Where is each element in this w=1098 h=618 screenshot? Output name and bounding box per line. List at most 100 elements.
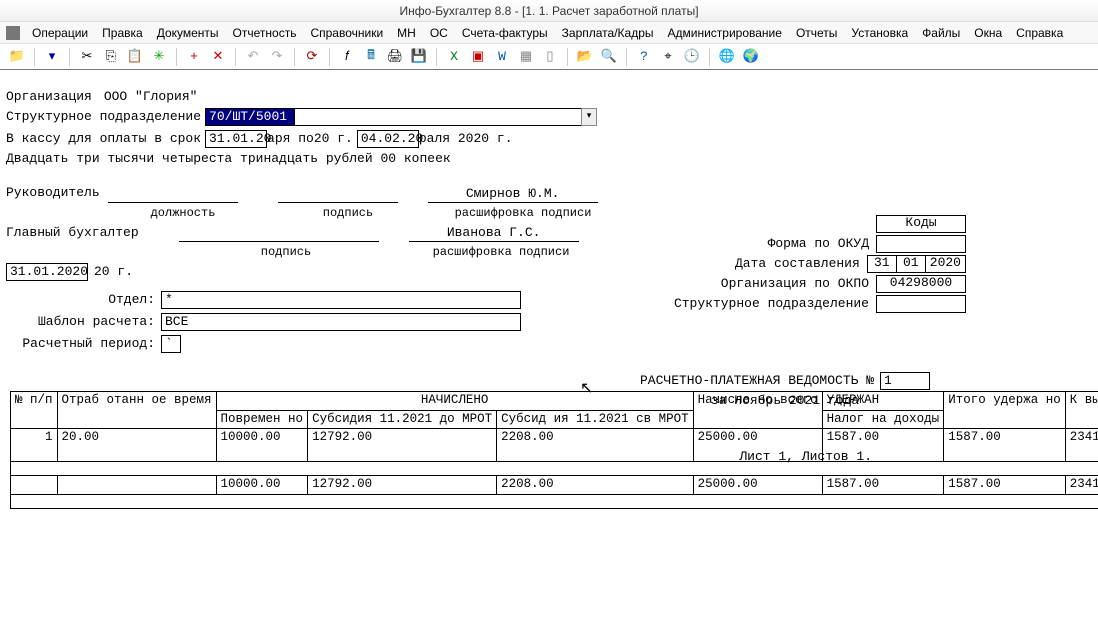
cell-ded: 1587.00 (944, 429, 1066, 462)
okud-label: Форма по ОКУД (768, 237, 877, 251)
cut-icon[interactable]: ✂ (78, 48, 96, 66)
tot-v3: 2208.00 (497, 475, 694, 494)
accountant-sign[interactable] (179, 224, 379, 242)
undo-icon[interactable]: ↶ (244, 48, 262, 66)
leader-sign[interactable] (278, 185, 398, 203)
save-icon[interactable]: 💾 (410, 48, 428, 66)
folder2-icon[interactable]: 📂 (576, 48, 594, 66)
globe2-icon[interactable]: 🌍 (742, 48, 760, 66)
paycash-mid: аря по20 г. (267, 132, 353, 146)
chart-icon[interactable]: ▣ (469, 48, 487, 66)
org-label: Организация (6, 90, 92, 104)
col-timepay: Повремен но (216, 410, 308, 429)
leader-sub2: подпись (288, 207, 408, 220)
table-empty-row (11, 461, 1098, 475)
magnifier-icon[interactable]: 🔍 (600, 48, 618, 66)
filter-template-label: Шаблон расчета: (6, 315, 161, 329)
table-footer-row (11, 494, 1098, 508)
codes-header: Коды (876, 215, 966, 233)
date-d: 31 (867, 255, 897, 273)
report-title-text: РАСЧЕТНО-ПЛАТЕЖНАЯ ВЕДОМОСТЬ № (640, 374, 874, 388)
filter-template[interactable]: ВСЕ (161, 313, 521, 331)
menu-mn[interactable]: МН (391, 24, 422, 42)
tot-v1: 10000.00 (216, 475, 308, 494)
cell-out: 23413.00 (1065, 429, 1098, 462)
table-totals-row: 10000.00 12792.00 2208.00 25000.00 1587.… (11, 475, 1098, 494)
accountant-sub2: подпись (186, 246, 386, 259)
menu-operations[interactable]: Операции (26, 24, 94, 42)
menu-files[interactable]: Файлы (916, 24, 966, 42)
tot-out: 23413.00 (1065, 475, 1098, 494)
word-icon[interactable]: W (493, 48, 511, 66)
cell-hrs: 20.00 (57, 429, 216, 462)
leader-decode[interactable] (428, 185, 598, 203)
dept-input[interactable]: 70/ШТ/5001 (205, 108, 295, 126)
cell-v1: 10000.00 (216, 429, 308, 462)
form-area: Организация ООО "Глория" Структурное под… (0, 70, 1098, 509)
col-sub2: Субсид ия 11.2021 св МРОТ (497, 410, 694, 429)
paycash-end: раля 2020 г. (419, 132, 513, 146)
redo-icon[interactable]: ↷ (268, 48, 286, 66)
filter-dept[interactable]: * (161, 291, 521, 309)
tot-tax: 1587.00 (822, 475, 944, 494)
menu-salary[interactable]: Зарплата/Кадры (556, 24, 660, 42)
leader-position[interactable] (108, 185, 238, 203)
dept-dropdown-icon[interactable]: ▾ (581, 108, 597, 126)
copy-icon[interactable]: ⎘ (102, 48, 120, 66)
leader-sub3: расшифровка подписи (438, 207, 608, 220)
menu-edit[interactable]: Правка (96, 24, 149, 42)
excel-icon[interactable]: X (445, 48, 463, 66)
calc-icon[interactable]: 🖩 (362, 48, 380, 66)
menu-os[interactable]: ОС (424, 24, 454, 42)
date-m: 01 (896, 255, 926, 273)
paycash-date1[interactable]: 31.01.20 (205, 130, 267, 148)
menu-invoices[interactable]: Счета-фактуры (456, 24, 554, 42)
okud-cell (876, 235, 966, 253)
paycash-date2[interactable]: 04.02.20 (357, 130, 419, 148)
bottom-date[interactable]: 31.01.2020 (6, 263, 88, 281)
filter-icon[interactable]: ▾ (43, 48, 61, 66)
print-icon[interactable]: 🖨 (386, 48, 404, 66)
refresh-icon[interactable]: ⟳ (303, 48, 321, 66)
date-label: Дата составления (735, 257, 868, 271)
cross-icon[interactable]: ✕ (209, 48, 227, 66)
accountant-decode[interactable] (409, 224, 579, 242)
unit-label: Структурное подразделение (674, 297, 877, 311)
grid-icon[interactable]: ▦ (517, 48, 535, 66)
menu-install[interactable]: Установка (845, 24, 914, 42)
data-table: № п/п Отраб отанн ое время НАЧИСЛЕНО Нач… (10, 391, 1098, 509)
menu-windows[interactable]: Окна (968, 24, 1008, 42)
folder-icon[interactable]: 📁 (8, 48, 26, 66)
sheet-info: Лист 1, Листов 1. (739, 450, 872, 464)
asterisk-icon[interactable]: ✳ (150, 48, 168, 66)
plus-icon[interactable]: + (185, 48, 203, 66)
table-row[interactable]: 1 20.00 10000.00 12792.00 2208.00 25000.… (11, 429, 1098, 462)
amount-words: Двадцать три тысячи четыреста тринадцать… (6, 152, 451, 166)
help-icon[interactable]: ? (635, 48, 653, 66)
cell-v2: 12792.00 (308, 429, 497, 462)
menu-reports[interactable]: Отчетность (227, 24, 303, 42)
paste-icon[interactable]: 📋 (126, 48, 144, 66)
col-tax: Налог на доходы (822, 410, 944, 429)
leader-sub1: должность (118, 207, 248, 220)
doc-icon[interactable]: ▯ (541, 48, 559, 66)
clock-icon[interactable]: 🕒 (683, 48, 701, 66)
col-to-hand: К выдаче на руки за текущий месяц (1065, 391, 1098, 429)
menu-help[interactable]: Справка (1010, 24, 1069, 42)
okpo-cell: 04298000 (876, 275, 966, 293)
accountant-sub3: расшифровка подписи (416, 246, 586, 259)
dept-label: Структурное подразделение (6, 110, 201, 124)
cell-n: 1 (11, 429, 58, 462)
cursor-help-icon[interactable]: ⌖ (659, 48, 677, 66)
menu-reports2[interactable]: Отчеты (790, 24, 843, 42)
filter-period[interactable]: ` (161, 335, 181, 353)
col-hours: Отраб отанн ое время (57, 391, 216, 429)
globe1-icon[interactable]: 🌐 (718, 48, 736, 66)
report-title: РАСЧЕТНО-ПЛАТЕЖНАЯ ВЕДОМОСТЬ № 1 за Нояб… (640, 372, 930, 408)
menu-directories[interactable]: Справочники (304, 24, 389, 42)
tot-tot: 25000.00 (693, 475, 822, 494)
report-num[interactable]: 1 (880, 372, 930, 390)
menu-documents[interactable]: Документы (151, 24, 225, 42)
menu-admin[interactable]: Администрирование (662, 24, 788, 42)
formula-icon[interactable]: 𝑓 (338, 48, 356, 66)
